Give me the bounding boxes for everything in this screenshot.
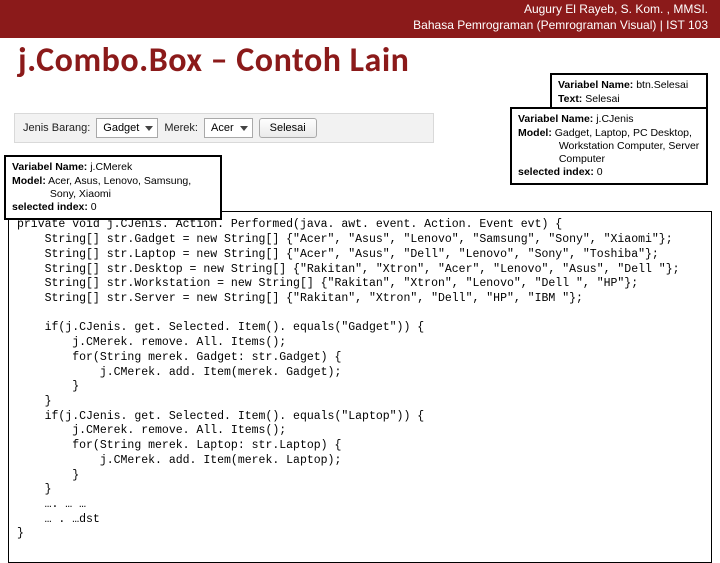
label-jenis: Jenis Barang:: [23, 122, 90, 134]
header-line1: Augury El Rayeb, S. Kom. , MMSI.: [524, 2, 708, 16]
header-bar: Augury El Rayeb, S. Kom. , MMSI. Bahasa …: [0, 0, 720, 35]
selesai-button[interactable]: Selesai: [259, 118, 317, 138]
callout-merek: Variabel Name: j.CMerek Model: Acer, Asu…: [4, 155, 222, 220]
callout-selesai: Variabel Name: btn.Selesai Text: Selesai: [550, 73, 708, 111]
callout-selesai-text: Variabel Name: btn.Selesai Text: Selesai: [558, 79, 688, 104]
combo-merek[interactable]: Acer: [204, 118, 253, 138]
callout-merek-text: Variabel Name: j.CMerek Model: Acer, Asu…: [12, 161, 191, 212]
chevron-down-icon: [240, 126, 248, 131]
code-block: private void j.CJenis. Action. Performed…: [8, 211, 712, 563]
code-text: private void j.CJenis. Action. Performed…: [17, 218, 680, 540]
control-strip: Jenis Barang: Gadget Merek: Acer Selesai: [14, 113, 434, 143]
combo-merek-value: Acer: [211, 122, 234, 134]
callout-jenis: Variabel Name: j.CJenis Model: Gadget, L…: [510, 107, 708, 185]
selesai-button-label: Selesai: [270, 122, 306, 134]
combo-jenis-value: Gadget: [103, 122, 139, 134]
combo-jenis[interactable]: Gadget: [96, 118, 158, 138]
ui-row: Jenis Barang: Gadget Merek: Acer Selesai…: [8, 87, 712, 207]
callout-jenis-text: Variabel Name: j.CJenis Model: Gadget, L…: [518, 113, 699, 178]
chevron-down-icon: [145, 126, 153, 131]
header-line2: Bahasa Pemrograman (Pemrograman Visual) …: [0, 17, 708, 33]
label-merek: Merek:: [164, 122, 198, 134]
